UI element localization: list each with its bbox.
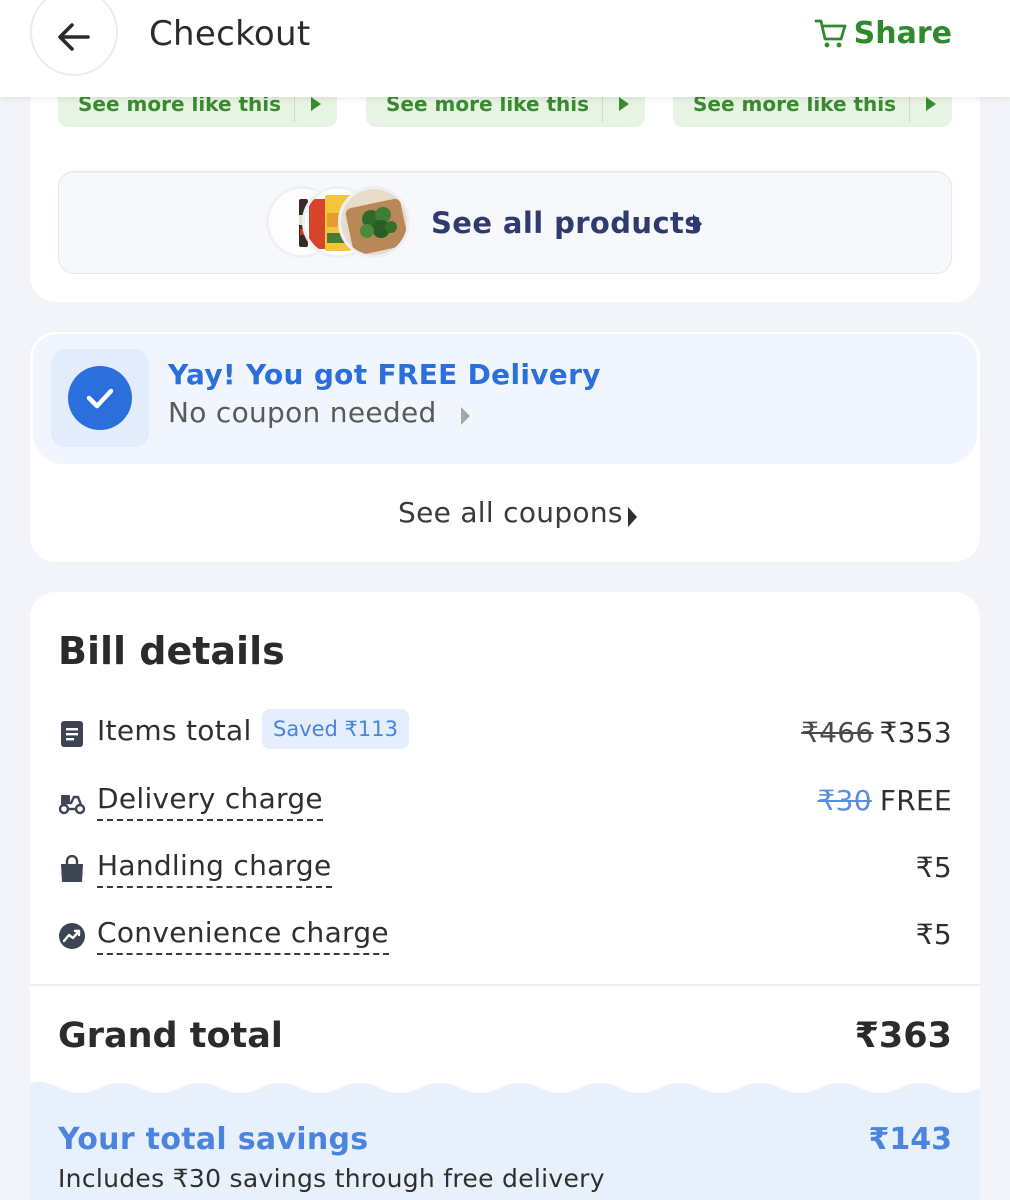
bill-details-title: Bill details	[58, 629, 285, 673]
check-circle-icon	[68, 366, 132, 430]
chevron-right-icon	[461, 407, 470, 425]
product-thumbnails	[266, 186, 416, 260]
bill-row-handling-charge[interactable]: Handling charge ₹5	[30, 847, 980, 891]
page-title: Checkout	[149, 14, 311, 54]
bill-row-value: ₹30 FREE	[818, 784, 953, 817]
bill-row-items-total: Items total Saved ₹113 ₹466 ₹353	[30, 709, 980, 756]
product-thumbnail	[338, 186, 410, 258]
free-delivery-title: Yay! You got FREE Delivery	[168, 358, 601, 391]
wave-divider	[30, 1078, 980, 1093]
bill-row-label: Convenience charge	[97, 916, 389, 955]
trending-up-icon	[59, 923, 85, 949]
receipt-icon	[61, 721, 83, 747]
grand-total-label: Grand total	[58, 1016, 283, 1056]
shopping-bag-icon	[61, 855, 83, 882]
share-label: Share	[853, 16, 952, 51]
original-price: ₹30	[817, 784, 872, 817]
back-button[interactable]	[30, 0, 118, 76]
bill-details-card: Bill details Items total Saved ₹113 ₹466…	[30, 592, 980, 1200]
see-all-coupons-link[interactable]: See all coupons	[398, 496, 623, 529]
free-delivery-subtitle: No coupon needed	[168, 396, 437, 429]
bill-row-label: Handling charge	[97, 849, 332, 888]
grand-total-value: ₹363	[854, 1016, 952, 1056]
see-all-products-button[interactable]: See all products	[58, 171, 952, 274]
checkout-screen: Checkout Share See more like this See mo…	[0, 0, 1010, 1200]
coupon-card: Yay! You got FREE Delivery No coupon nee…	[30, 332, 980, 562]
total-savings-section: Your total savings ₹143 Includes ₹30 sav…	[30, 1078, 980, 1200]
scooter-icon	[58, 795, 86, 815]
chevron-right-icon	[693, 214, 702, 234]
divider	[30, 984, 980, 986]
bill-row-value: ₹5	[915, 851, 952, 884]
original-price: ₹466	[801, 716, 874, 749]
bill-row-value: ₹466 ₹353	[801, 716, 952, 749]
arrow-left-icon	[58, 23, 90, 51]
app-header: Checkout Share	[0, 0, 1010, 97]
final-price: FREE	[879, 784, 952, 817]
share-button[interactable]: Share	[814, 16, 952, 51]
play-arrow-icon	[295, 96, 337, 111]
bill-row-value: ₹5	[915, 918, 952, 951]
free-delivery-banner[interactable]: Yay! You got FREE Delivery No coupon nee…	[33, 334, 977, 464]
cart-icon	[814, 19, 847, 47]
bill-row-label: Items total	[97, 714, 252, 747]
check-icon-box	[51, 349, 149, 447]
bill-row-convenience-charge[interactable]: Convenience charge ₹5	[30, 914, 980, 958]
bill-row-label: Delivery charge	[97, 782, 323, 821]
play-arrow-icon	[603, 96, 645, 111]
final-price: ₹353	[879, 716, 952, 749]
play-arrow-icon	[910, 96, 952, 111]
chevron-right-icon	[628, 507, 637, 527]
saved-badge: Saved ₹113	[262, 709, 409, 749]
savings-note: Includes ₹30 savings through free delive…	[58, 1164, 605, 1193]
bill-row-delivery-charge[interactable]: Delivery charge ₹30 FREE	[30, 780, 980, 824]
total-savings-label: Your total savings	[58, 1122, 369, 1157]
see-all-products-label: See all products	[431, 206, 702, 240]
total-savings-value: ₹143	[868, 1122, 953, 1157]
